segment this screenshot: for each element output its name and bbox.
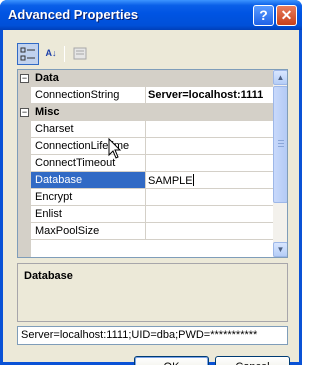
title-bar[interactable]: Advanced Properties ? ✕ — [0, 0, 302, 30]
collapse-icon[interactable]: − — [20, 74, 29, 83]
property-row-charset[interactable]: Charset — [18, 121, 273, 138]
property-name: Enlist — [35, 208, 62, 220]
column-divider — [145, 172, 146, 189]
categorized-icon — [20, 47, 35, 61]
property-name: Database — [31, 172, 145, 188]
help-button[interactable]: ? — [253, 5, 274, 26]
description-title: Database — [24, 270, 73, 282]
cancel-button[interactable]: Cancel — [215, 356, 290, 365]
close-button[interactable]: ✕ — [276, 5, 297, 26]
toolbar-separator — [64, 46, 65, 62]
scroll-down-button[interactable]: ▼ — [273, 242, 287, 257]
category-label: Data — [35, 72, 59, 84]
scroll-thumb[interactable] — [273, 86, 287, 203]
collapse-icon[interactable]: − — [20, 108, 29, 117]
property-name: ConnectTimeout — [35, 157, 116, 169]
property-value[interactable]: Server=localhost:1111 — [148, 89, 273, 101]
column-divider — [145, 121, 146, 138]
property-value-input[interactable]: SAMPLE — [148, 174, 273, 187]
property-name: ConnectionLifetime — [35, 140, 130, 152]
dialog-client-area: A↓ − Data ConnectionString Server=localh… — [3, 30, 299, 365]
mouse-pointer-icon — [108, 138, 122, 159]
column-divider — [145, 189, 146, 206]
categorized-button[interactable] — [17, 43, 39, 65]
grip-line — [278, 146, 284, 147]
category-data[interactable]: − Data — [18, 70, 273, 87]
window-title: Advanced Properties — [8, 7, 139, 22]
column-divider — [145, 138, 146, 155]
column-divider — [145, 206, 146, 223]
category-misc[interactable]: − Misc — [18, 104, 273, 121]
column-divider — [145, 87, 146, 104]
column-divider — [145, 223, 146, 240]
text-caret — [192, 174, 194, 186]
connection-string-field[interactable]: Server=localhost:1111;UID=dba;PWD=******… — [17, 326, 288, 345]
property-row-enlist[interactable]: Enlist — [18, 206, 273, 223]
property-row-connecttimeout[interactable]: ConnectTimeout — [18, 155, 273, 172]
advanced-properties-window: Advanced Properties ? ✕ A↓ − Data Connec… — [0, 0, 302, 365]
property-pages-button[interactable] — [69, 43, 91, 65]
row-divider — [31, 239, 273, 240]
column-divider — [145, 155, 146, 172]
property-row-maxpoolsize[interactable]: MaxPoolSize — [18, 223, 273, 240]
alphabetical-button[interactable]: A↓ — [40, 43, 62, 65]
description-pane: Database — [17, 263, 288, 322]
property-grid[interactable]: − Data ConnectionString Server=localhost… — [17, 69, 288, 258]
category-label: Misc — [35, 106, 60, 118]
property-row-encrypt[interactable]: Encrypt — [18, 189, 273, 206]
property-row-connectionlifetime[interactable]: ConnectionLifetime — [18, 138, 273, 155]
ok-button[interactable]: OK — [134, 356, 209, 365]
scroll-up-button[interactable]: ▲ — [273, 70, 287, 85]
property-name: Charset — [35, 123, 74, 135]
property-name: ConnectionString — [35, 89, 120, 101]
grip-line — [278, 140, 284, 141]
vertical-scrollbar[interactable]: ▲ ▼ — [273, 70, 287, 257]
property-name: MaxPoolSize — [35, 225, 100, 237]
property-name: Encrypt — [35, 191, 73, 203]
property-row-database[interactable]: Database SAMPLE — [18, 172, 273, 189]
grip-line — [278, 143, 284, 144]
property-value-text: SAMPLE — [148, 175, 193, 187]
property-pages-icon — [73, 47, 87, 60]
property-row-connectionstring[interactable]: ConnectionString Server=localhost:1111 — [18, 87, 273, 104]
